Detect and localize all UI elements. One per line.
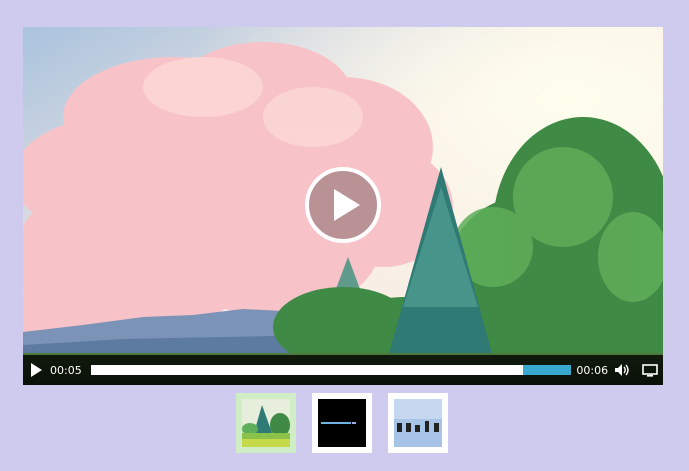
play-button[interactable] [23,355,49,385]
dark-title-thumbnail [318,399,366,447]
volume-icon [615,364,629,376]
video-player[interactable]: 00:05 00:06 [23,27,663,385]
play-circle-icon [305,167,381,243]
playlist-item[interactable] [236,393,296,453]
play-icon [30,363,42,377]
fullscreen-button[interactable] [637,355,663,385]
fullscreen-icon [642,363,658,377]
playlist-item[interactable] [388,393,448,453]
volume-button[interactable] [609,355,635,385]
control-bar: 00:05 00:06 [23,355,663,385]
duration-time: 00:06 [576,363,609,377]
playlist-item[interactable] [312,393,372,453]
sky-scene-thumbnail [394,399,442,447]
playlist [236,393,448,453]
progress-played [90,365,524,375]
big-play-button[interactable] [303,165,383,245]
progress-bar[interactable] [90,365,572,375]
current-time: 00:05 [50,363,82,377]
nature-scene-thumbnail [242,399,290,447]
